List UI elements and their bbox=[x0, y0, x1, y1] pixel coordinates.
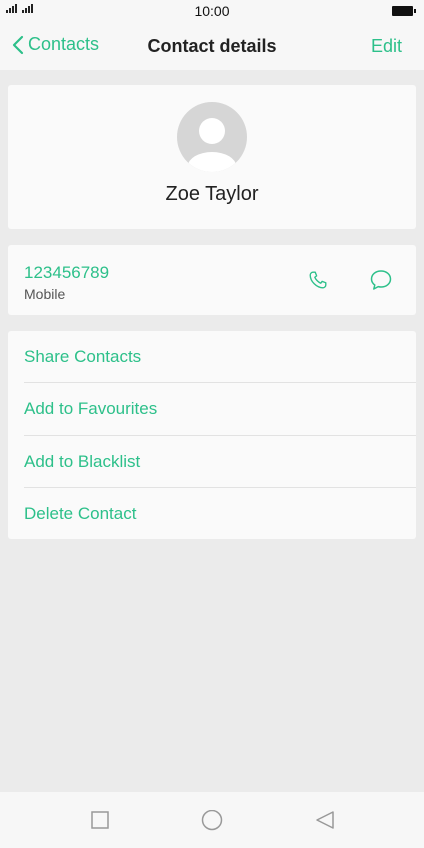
person-icon bbox=[188, 118, 236, 172]
app-header: Contacts Contact details Edit bbox=[0, 24, 424, 70]
navigation-bar bbox=[0, 792, 424, 848]
add-to-blacklist-button[interactable]: Add to Blacklist bbox=[24, 436, 416, 488]
avatar bbox=[177, 102, 247, 172]
delete-contact-button[interactable]: Delete Contact bbox=[24, 488, 416, 540]
phone-number[interactable]: 123456789 bbox=[24, 263, 109, 283]
status-time: 10:00 bbox=[194, 3, 230, 19]
share-contacts-button[interactable]: Share Contacts bbox=[24, 331, 416, 383]
contact-name: Zoe Taylor bbox=[165, 183, 259, 205]
chevron-left-icon bbox=[12, 35, 24, 54]
circle-icon[interactable] bbox=[200, 810, 224, 834]
triangle-left-icon[interactable] bbox=[314, 810, 336, 832]
actions-card: Share Contacts Add to Favourites Add to … bbox=[8, 331, 416, 539]
chat-bubble-icon[interactable] bbox=[369, 268, 393, 292]
add-to-favourites-button[interactable]: Add to Favourites bbox=[24, 383, 416, 435]
status-bar: 10:00 bbox=[0, 0, 424, 24]
phone-card[interactable]: 123456789 Mobile bbox=[8, 245, 416, 315]
phone-icon[interactable] bbox=[307, 269, 329, 291]
battery-icon bbox=[392, 6, 416, 16]
square-icon[interactable] bbox=[90, 810, 110, 830]
back-label: Contacts bbox=[28, 34, 100, 54]
edit-button[interactable]: Edit bbox=[371, 36, 402, 57]
back-button[interactable]: Contacts bbox=[12, 34, 99, 55]
profile-card: Zoe Taylor bbox=[8, 85, 416, 229]
phone-type-label: Mobile bbox=[24, 286, 66, 302]
